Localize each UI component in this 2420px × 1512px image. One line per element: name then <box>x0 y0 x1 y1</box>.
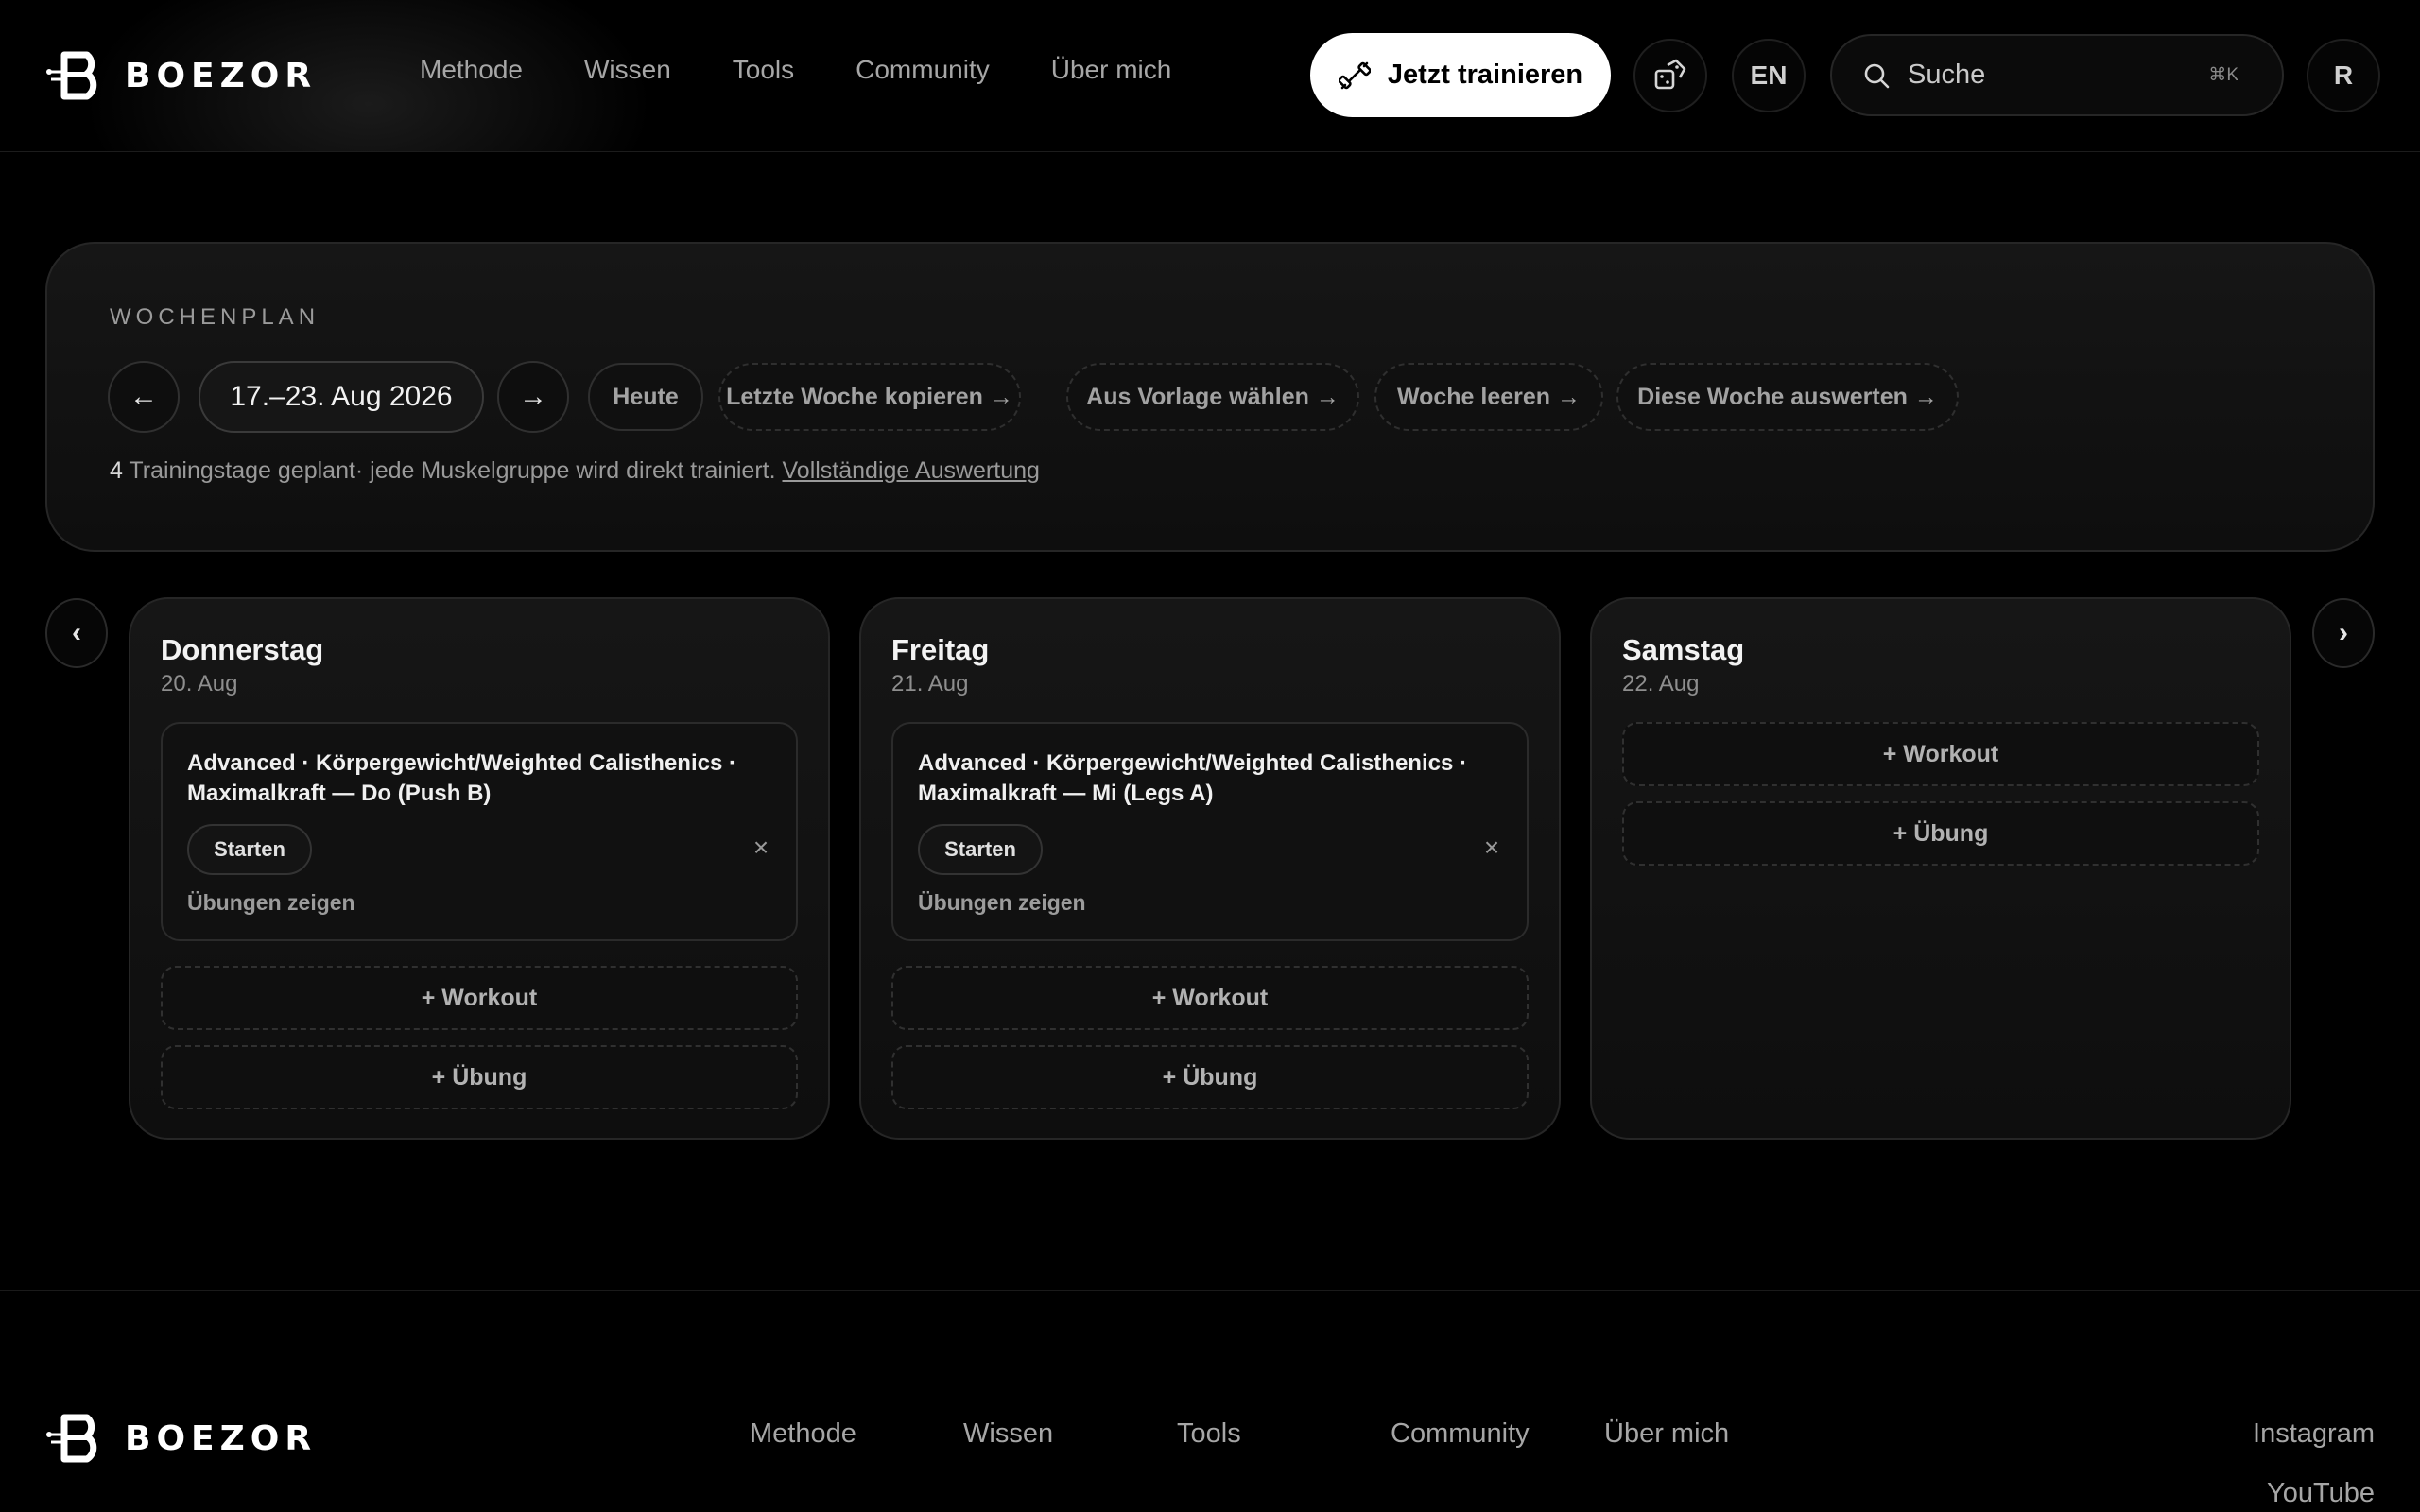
show-exercises-link[interactable]: Übungen zeigen <box>918 890 1086 916</box>
day-card: Samstag 22. Aug + Workout + Übung <box>1590 597 2291 1140</box>
start-workout-button[interactable]: Starten <box>918 824 1043 875</box>
remove-workout-button[interactable]: × <box>747 833 775 862</box>
next-week-button[interactable]: → <box>497 361 569 433</box>
chevron-right-icon: › <box>2339 617 2348 648</box>
nav-item-tools[interactable]: Tools <box>733 55 794 85</box>
nav-item-methode[interactable]: Methode <box>420 55 523 85</box>
footer-brand-name: BOEZOR <box>125 1418 318 1458</box>
brand-logo[interactable]: BOEZOR <box>45 49 317 102</box>
search-placeholder: Suche <box>1908 60 1986 90</box>
add-exercise-label: + Übung <box>1893 819 1989 847</box>
workout-title: Advanced · Körpergewicht/Weighted Calist… <box>187 750 736 806</box>
footer-link-youtube[interactable]: YouTube <box>2267 1478 2375 1509</box>
day-name: Samstag <box>1622 633 1745 666</box>
remove-workout-button[interactable]: × <box>1478 833 1506 862</box>
start-workout-label: Starten <box>214 837 285 861</box>
arrow-left-icon: ← <box>130 381 158 412</box>
add-exercise-button[interactable]: + Übung <box>891 1045 1529 1109</box>
footer-nav-methode[interactable]: Methode <box>750 1418 856 1450</box>
add-exercise-label: + Übung <box>431 1063 527 1091</box>
evaluate-week-label: Diese Woche auswerten → <box>1637 383 1938 410</box>
start-workout-label: Starten <box>944 837 1016 861</box>
close-icon: × <box>752 833 769 862</box>
tool-button[interactable] <box>1634 39 1707 112</box>
copy-last-week-label: Letzte Woche kopieren → <box>726 383 1013 410</box>
carousel-next-button[interactable]: › <box>2312 598 2375 668</box>
weekplan-title: WOCHENPLAN <box>110 304 320 330</box>
day-date: 22. Aug <box>1622 671 1700 696</box>
add-workout-button[interactable]: + Workout <box>1622 722 2259 786</box>
day-date: 21. Aug <box>891 671 969 696</box>
choose-template-button[interactable]: Aus Vorlage wählen → <box>1066 363 1359 431</box>
carousel-prev-button[interactable]: ‹ <box>45 598 108 668</box>
day-card: Freitag 21. Aug Advanced · Körpergewicht… <box>859 597 1561 1140</box>
nav-item-wissen[interactable]: Wissen <box>584 55 671 85</box>
day-name: Donnerstag <box>161 633 324 666</box>
avatar-initial: R <box>2333 60 2354 90</box>
brand-mark-icon <box>46 51 97 100</box>
choose-template-label: Aus Vorlage wählen → <box>1086 383 1340 410</box>
week-summary-text: Trainingstage geplant· jede Muskelgruppe… <box>122 457 783 484</box>
add-workout-label: + Workout <box>421 984 538 1011</box>
nav-item-ueber-mich[interactable]: Über mich <box>1051 55 1172 85</box>
workout-card: Advanced · Körpergewicht/Weighted Calist… <box>891 722 1529 941</box>
footer-brand-logo[interactable]: BOEZOR <box>45 1412 317 1465</box>
weekplan-panel: WOCHENPLAN ← 17.–23. Aug 2026 → Heute Le… <box>45 242 2375 552</box>
start-training-label: Jetzt trainieren <box>1387 60 1583 90</box>
site-footer: BOEZOR Methode Wissen Tools Community Üb… <box>0 1290 2420 1512</box>
full-evaluation-link[interactable]: Vollständige Auswertung <box>783 457 1040 484</box>
add-workout-label: + Workout <box>1151 984 1269 1011</box>
add-workout-button[interactable]: + Workout <box>161 966 798 1030</box>
nav-item-community[interactable]: Community <box>856 55 990 85</box>
show-exercises-link[interactable]: Übungen zeigen <box>187 890 355 916</box>
footer-nav-tools[interactable]: Tools <box>1177 1418 1241 1450</box>
main-nav: Methode Wissen Tools Community Über mich <box>420 55 1171 85</box>
dumbbell-icon <box>1338 61 1371 89</box>
day-card: Donnerstag 20. Aug Advanced · Körpergewi… <box>129 597 830 1140</box>
day-date: 20. Aug <box>161 671 238 696</box>
add-exercise-label: + Übung <box>1162 1063 1258 1091</box>
footer-link-instagram[interactable]: Instagram <box>2253 1418 2375 1450</box>
start-training-button[interactable]: Jetzt trainieren <box>1310 33 1611 117</box>
brand-mark-icon <box>46 1414 97 1463</box>
brand-name: BOEZOR <box>125 56 318 95</box>
training-days-count: 4 <box>110 457 123 484</box>
footer-nav-ueber-mich[interactable]: Über mich <box>1604 1418 1729 1450</box>
today-button[interactable]: Heute <box>588 363 703 431</box>
dice-icon <box>1654 59 1686 90</box>
close-icon: × <box>1483 833 1500 862</box>
site-header: BOEZOR Methode Wissen Tools Community Üb… <box>0 0 2420 152</box>
start-workout-button[interactable]: Starten <box>187 824 312 875</box>
today-label: Heute <box>613 383 679 410</box>
chevron-left-icon: ‹ <box>72 617 81 648</box>
workout-card: Advanced · Körpergewicht/Weighted Calist… <box>161 722 798 941</box>
copy-last-week-button[interactable]: Letzte Woche kopieren → <box>718 363 1021 431</box>
add-exercise-button[interactable]: + Übung <box>1622 801 2259 866</box>
week-date-range-label: 17.–23. Aug 2026 <box>230 381 453 412</box>
clear-week-button[interactable]: Woche leeren → <box>1374 363 1603 431</box>
add-workout-label: + Workout <box>1882 740 1999 767</box>
footer-nav-community[interactable]: Community <box>1391 1418 1530 1450</box>
week-summary: 4 Trainingstage geplant· jede Muskelgrup… <box>110 457 1040 485</box>
search-input[interactable]: Suche ⌘K <box>1830 34 2284 116</box>
evaluate-week-button[interactable]: Diese Woche auswerten → <box>1616 363 1959 431</box>
user-avatar[interactable]: R <box>2307 39 2380 112</box>
workout-title: Advanced · Körpergewicht/Weighted Calist… <box>918 750 1467 806</box>
search-icon <box>1864 63 1890 88</box>
language-label: EN <box>1750 60 1788 90</box>
add-workout-button[interactable]: + Workout <box>891 966 1529 1030</box>
arrow-right-icon: → <box>519 381 547 412</box>
footer-nav-wissen[interactable]: Wissen <box>963 1418 1053 1450</box>
search-shortcut-hint: ⌘K <box>2208 65 2238 85</box>
add-exercise-button[interactable]: + Übung <box>161 1045 798 1109</box>
day-name: Freitag <box>891 633 990 666</box>
clear-week-label: Woche leeren → <box>1396 383 1582 410</box>
language-switch[interactable]: EN <box>1732 39 1806 112</box>
previous-week-button[interactable]: ← <box>108 361 180 433</box>
week-date-range[interactable]: 17.–23. Aug 2026 <box>199 361 484 433</box>
